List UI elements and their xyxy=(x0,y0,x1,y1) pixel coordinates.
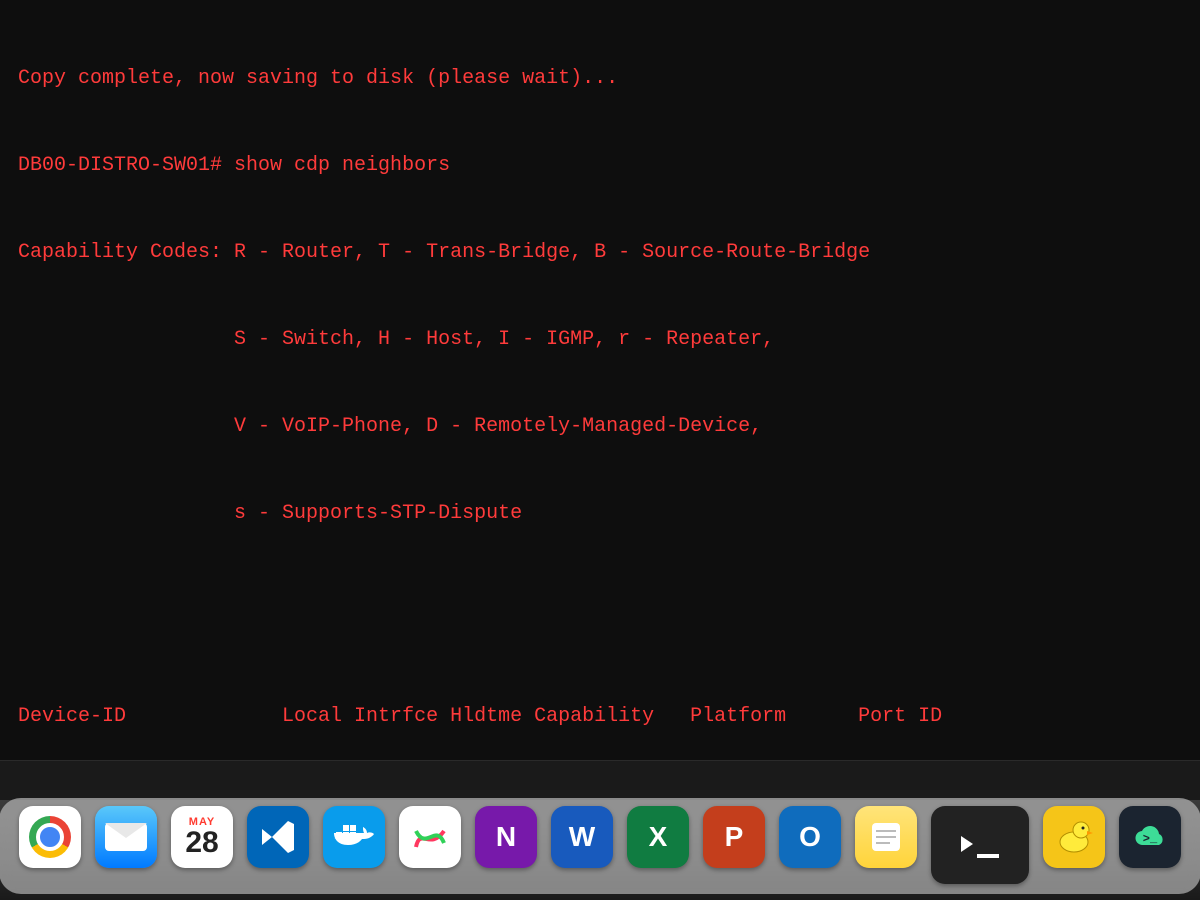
cdp-header: Device-ID Local Intrfce Hldtme Capabilit… xyxy=(18,702,1182,731)
dock-app-word[interactable]: W xyxy=(551,806,613,868)
vscode-icon xyxy=(258,817,298,857)
dock-app-calendar[interactable]: MAY 28 xyxy=(171,806,233,868)
freeform-icon xyxy=(410,817,450,857)
envelope-icon xyxy=(105,823,147,851)
dock-app-docker[interactable] xyxy=(323,806,385,868)
dock-app-vscode[interactable] xyxy=(247,806,309,868)
dock-app-powerpoint[interactable]: P xyxy=(703,806,765,868)
transfer-statusbar: 5 secs (0 bytes/sec) xyxy=(0,760,1200,801)
terminal-line: DB00-DISTRO-SW01# show cdp neighbors xyxy=(18,151,1182,180)
terminal-icon xyxy=(961,823,999,864)
cloud-terminal-icon: >_ xyxy=(1129,816,1171,858)
svg-text:>_: >_ xyxy=(1143,832,1158,846)
excel-icon: X xyxy=(649,821,668,853)
whale-icon xyxy=(332,822,376,852)
terminal-line: Capability Codes: R - Router, T - Trans-… xyxy=(18,238,1182,267)
dock-app-chrome[interactable] xyxy=(19,806,81,868)
outlook-icon: O xyxy=(799,821,821,853)
terminal-line: V - VoIP-Phone, D - Remotely-Managed-Dev… xyxy=(18,412,1182,441)
terminal-line: S - Switch, H - Host, I - IGMP, r - Repe… xyxy=(18,325,1182,354)
dock-app-outlook[interactable]: O xyxy=(779,806,841,868)
dock-app-terminal[interactable] xyxy=(931,806,1029,884)
terminal-window[interactable]: Copy complete, now saving to disk (pleas… xyxy=(0,0,1200,776)
terminal-line: Copy complete, now saving to disk (pleas… xyxy=(18,64,1182,93)
dock-app-freeform[interactable] xyxy=(399,806,461,868)
duck-icon xyxy=(1053,816,1095,858)
dock-app-mail[interactable] xyxy=(95,806,157,868)
dock-app-onenote[interactable]: N xyxy=(475,806,537,868)
dock-app-termius[interactable]: >_ xyxy=(1119,806,1181,868)
calendar-day: 28 xyxy=(185,828,218,858)
powerpoint-icon: P xyxy=(725,821,744,853)
terminal-line: s - Supports-STP-Dispute xyxy=(18,499,1182,528)
dock-app-excel[interactable]: X xyxy=(627,806,689,868)
dock-region: MAY 28 N W X P xyxy=(0,800,1200,900)
word-icon: W xyxy=(569,821,595,853)
dock-app-cyberduck[interactable] xyxy=(1043,806,1105,868)
dock: MAY 28 N W X P xyxy=(0,798,1200,894)
notes-icon xyxy=(866,817,906,857)
onenote-icon: N xyxy=(496,821,516,853)
dock-app-notes[interactable] xyxy=(855,806,917,868)
desktop: Copy complete, now saving to disk (pleas… xyxy=(0,0,1200,900)
chrome-icon xyxy=(29,816,71,858)
